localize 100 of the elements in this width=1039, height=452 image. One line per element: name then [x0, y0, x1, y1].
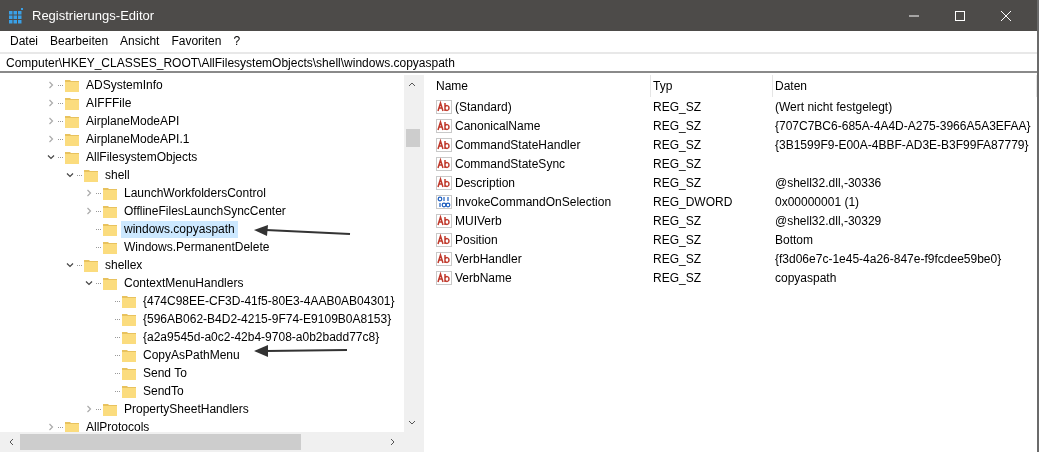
folder-icon: [121, 347, 137, 363]
menu-item[interactable]: Ansicht: [114, 34, 166, 48]
chevron-down-icon[interactable]: [85, 279, 93, 287]
tree-item[interactable]: CopyAsPathMenu: [140, 346, 243, 364]
value-data: {707C7BC6-685A-4A4D-A275-3966A5A3EFAA}: [774, 118, 1032, 133]
menu-item[interactable]: Datei: [4, 34, 44, 48]
value-name[interactable]: VerbName: [455, 270, 512, 285]
tree-item[interactable]: windows.copyaspath: [121, 220, 238, 238]
tree-item[interactable]: AllProtocols: [83, 418, 153, 432]
folder-icon: [83, 167, 99, 183]
menu-item[interactable]: ?: [227, 34, 247, 48]
scroll-up-icon[interactable]: [408, 81, 416, 87]
value-name[interactable]: Description: [455, 175, 516, 190]
column-header[interactable]: Name: [434, 75, 651, 97]
chevron-right-icon[interactable]: [85, 189, 93, 197]
arrow-icon: [254, 225, 351, 236]
menu-item[interactable]: Bearbeiten: [44, 34, 115, 48]
value-name[interactable]: CommandStateSync: [455, 156, 566, 171]
tree-item[interactable]: Send To: [140, 364, 190, 382]
folder-icon: [102, 239, 118, 255]
value-data: {f3d06e7c-1e45-4a26-847e-f9fcdee59be0}: [774, 251, 1003, 266]
folder-icon: [64, 149, 80, 165]
chevron-right-icon[interactable]: [47, 81, 55, 89]
tree-item[interactable]: {596AB062-B4D2-4215-9F74-E9109B0A8153}: [140, 310, 395, 328]
value-name[interactable]: CommandStateHandler: [455, 137, 581, 152]
value-name[interactable]: Position: [455, 232, 498, 247]
folder-icon: [121, 293, 137, 309]
value-data: @shell32.dll,-30329: [774, 213, 883, 228]
value-name[interactable]: CanonicalName: [455, 118, 541, 133]
chevron-right-icon[interactable]: [47, 117, 55, 125]
chevron-right-icon[interactable]: [47, 99, 55, 107]
chevron-down-icon[interactable]: [66, 171, 74, 179]
string-value-icon: [436, 117, 452, 134]
tree-item[interactable]: AllFilesystemObjects: [83, 148, 201, 166]
binary-value-icon: [436, 193, 452, 210]
value-type: REG_SZ: [652, 270, 702, 285]
folder-icon: [64, 131, 80, 147]
tree-item[interactable]: SendTo: [140, 382, 187, 400]
string-value-icon: [436, 269, 452, 286]
value-data: copyaspath: [774, 270, 838, 285]
chevron-right-icon[interactable]: [47, 423, 55, 431]
horizontal-scrollbar[interactable]: [0, 432, 420, 452]
folder-icon: [102, 275, 118, 291]
value-name[interactable]: MUIVerb: [455, 213, 502, 228]
tree-item[interactable]: ContextMenuHandlers: [121, 274, 247, 292]
string-value-icon: [436, 212, 452, 229]
tree-item[interactable]: {474C98EE-CF3D-41f5-80E3-4AAB0AB04301}: [140, 292, 398, 310]
tree-item[interactable]: OfflineFilesLaunchSyncCenter: [121, 202, 289, 220]
chevron-right-icon[interactable]: [85, 207, 93, 215]
folder-icon: [64, 95, 80, 111]
scroll-left-icon[interactable]: [8, 438, 14, 446]
tree-item[interactable]: ADSystemInfo: [83, 76, 166, 94]
value-name[interactable]: InvokeCommandOnSelection: [455, 194, 612, 209]
tree-item[interactable]: shellex: [102, 256, 146, 274]
column-header[interactable]: Typ: [651, 75, 773, 97]
chevron-right-icon[interactable]: [47, 135, 55, 143]
value-name[interactable]: VerbHandler: [455, 251, 522, 266]
string-value-icon: [436, 174, 452, 191]
folder-icon: [121, 383, 137, 399]
menu-item[interactable]: Favoriten: [165, 34, 228, 48]
maximize-icon: [955, 10, 965, 21]
tree-item[interactable]: AIFFFile: [83, 94, 135, 112]
app-icon: [8, 7, 24, 24]
value-data: {3B1599F9-E00A-4BBF-AD3E-B3F99FA87779}: [774, 137, 1030, 152]
value-type: REG_SZ: [652, 213, 702, 228]
folder-icon: [102, 203, 118, 219]
folder-icon: [102, 401, 118, 417]
folder-icon: [121, 311, 137, 327]
folder-icon: [64, 113, 80, 129]
scroll-down-icon[interactable]: [408, 420, 416, 426]
scroll-thumb[interactable]: [20, 434, 301, 450]
value-type: REG_SZ: [652, 118, 702, 133]
string-value-icon: [436, 136, 452, 153]
string-value-icon: [436, 231, 452, 248]
value-data: 0x00000001 (1): [774, 194, 861, 209]
scroll-thumb[interactable]: [406, 129, 420, 147]
tree-item[interactable]: shell: [102, 166, 133, 184]
chevron-right-icon[interactable]: [85, 405, 93, 413]
tree-item[interactable]: LaunchWorkfoldersControl: [121, 184, 269, 202]
scroll-right-icon[interactable]: [390, 438, 396, 446]
value-data: Bottom: [774, 232, 814, 247]
value-type: REG_SZ: [652, 175, 702, 190]
string-value-icon: [436, 98, 452, 115]
folder-icon: [102, 185, 118, 201]
chevron-down-icon[interactable]: [66, 261, 74, 269]
tree-item[interactable]: PropertySheetHandlers: [121, 400, 252, 418]
value-type: REG_SZ: [652, 99, 702, 114]
tree-item[interactable]: AirplaneModeAPI.1: [83, 130, 193, 148]
tree-item[interactable]: AirplaneModeAPI: [83, 112, 183, 130]
string-value-icon: [436, 155, 452, 172]
chevron-down-icon[interactable]: [47, 153, 55, 161]
tree-item[interactable]: Windows.PermanentDelete: [121, 238, 273, 256]
value-name[interactable]: (Standard): [455, 99, 512, 114]
value-type: REG_SZ: [652, 232, 702, 247]
address-field[interactable]: Computer\HKEY_CLASSES_ROOT\AllFilesystemObjects\shell\windows.copyaspath: [0, 52, 1037, 73]
value-type: REG_DWORD: [652, 194, 734, 209]
column-header[interactable]: Daten: [773, 75, 1037, 97]
folder-icon: [83, 257, 99, 273]
folder-icon: [121, 329, 137, 345]
tree-item[interactable]: {a2a9545d-a0c2-42b4-9708-a0b2badd77c8}: [140, 328, 383, 346]
